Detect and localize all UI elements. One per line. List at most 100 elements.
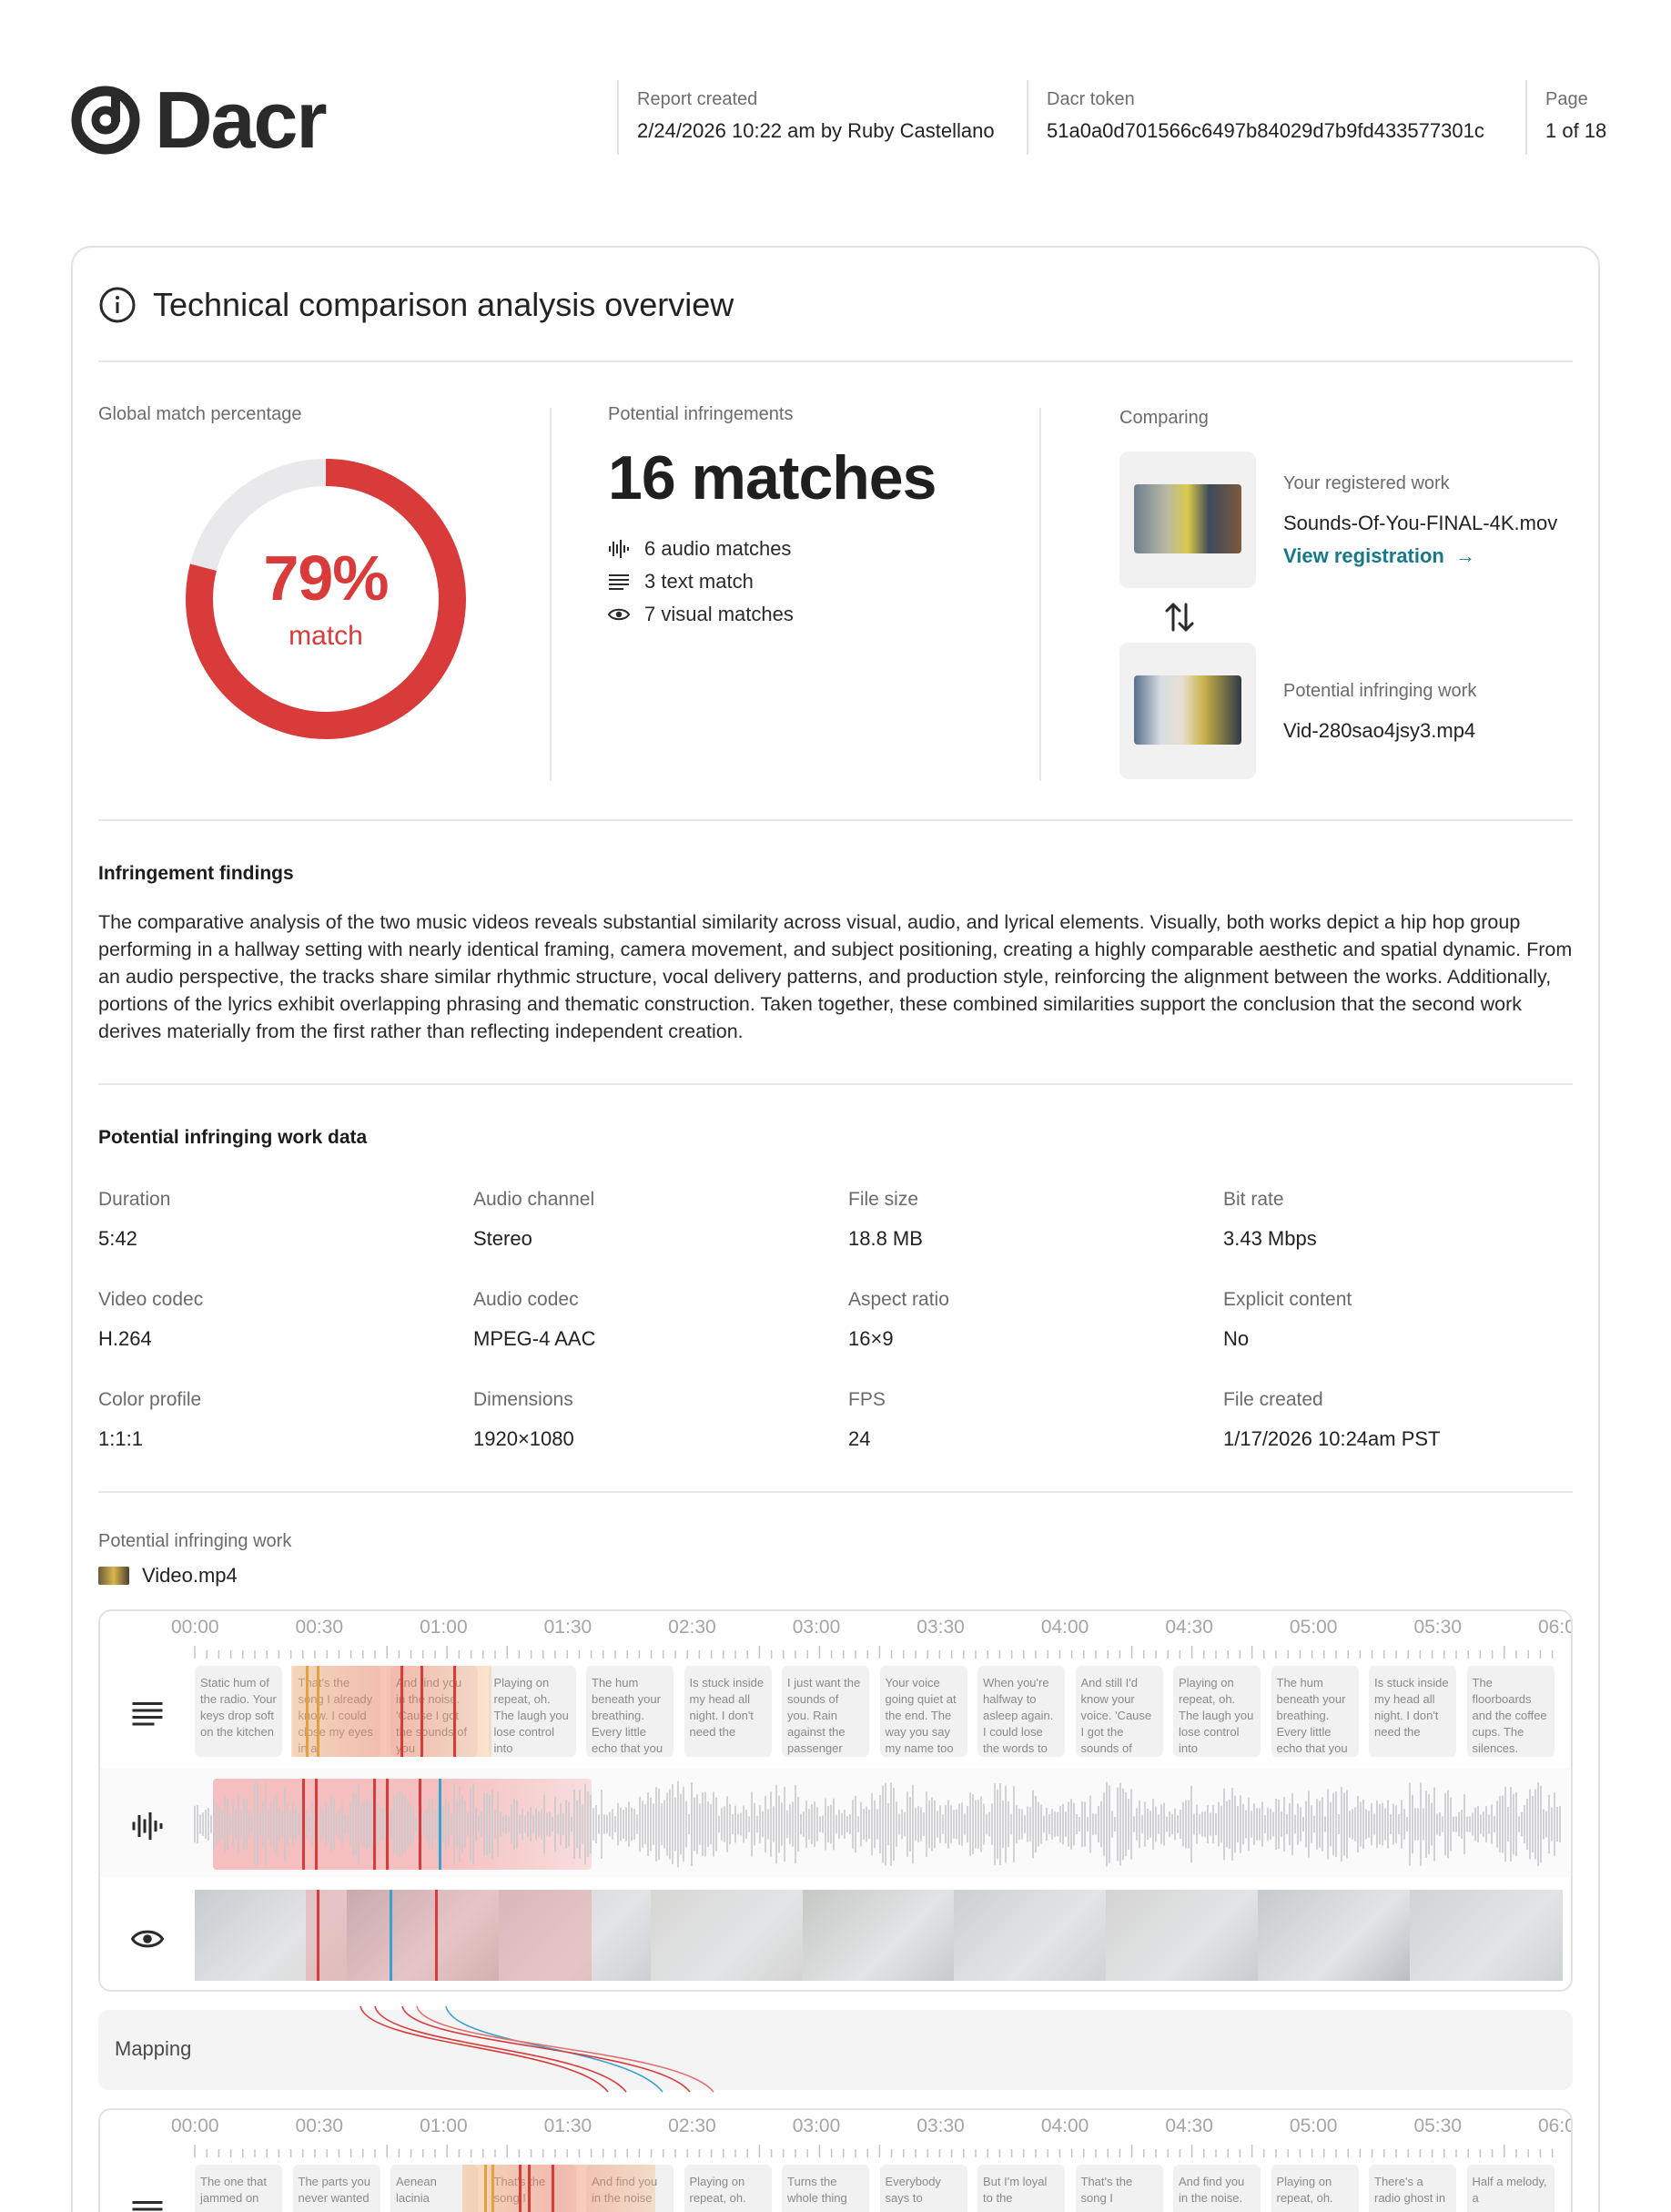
- timeline-panel[interactable]: 00:00 00:30 01:00 01:30 02:30 03:00 03:30 04:00…: [98, 1609, 1573, 1992]
- time-tick-label: 00:30: [295, 1617, 344, 1638]
- work-data-label: FPS: [848, 1389, 886, 1410]
- lyric-segment[interactable]: The parts you never wanted: [292, 2165, 380, 2212]
- match-marker[interactable]: [552, 2165, 554, 2212]
- match-marker[interactable]: [519, 2165, 522, 2212]
- match-marker[interactable]: [491, 2165, 494, 2212]
- time-ruler: [194, 1646, 1554, 1659]
- match-marker[interactable]: [435, 1890, 438, 1981]
- match-marker[interactable]: [315, 1779, 318, 1870]
- findings-text: The comparative analysis of the two musi…: [98, 911, 1573, 1042]
- registered-thumbnail[interactable]: [1119, 452, 1256, 588]
- lyric-segment[interactable]: There's a radio ghost in: [1369, 2165, 1456, 2212]
- work-data-value: 5:42: [98, 1227, 137, 1250]
- lyric-segment[interactable]: The one that jammed on: [195, 2165, 282, 2212]
- lyric-segment[interactable]: Your voice going quiet at the end. The w…: [879, 1666, 967, 1757]
- video-frame-thumbnail[interactable]: [1258, 1890, 1412, 1981]
- lyric-segment[interactable]: And still I'd know your voice. 'Cause I …: [1075, 1666, 1163, 1757]
- match-marker[interactable]: [317, 1666, 319, 1757]
- match-marker[interactable]: [439, 1779, 441, 1870]
- visual-match-highlight[interactable]: [306, 1890, 592, 1981]
- video-frame-thumbnail[interactable]: [802, 1890, 956, 1981]
- lyric-segment[interactable]: Half a melody, a: [1466, 2165, 1555, 2212]
- lyric-segment[interactable]: But I'm loyal to the: [977, 2165, 1065, 2212]
- work-data-title: Potential infringing work data: [98, 1127, 368, 1148]
- work-data-value: 1920×1080: [473, 1427, 574, 1450]
- work-data-value: 1:1:1: [98, 1427, 143, 1450]
- match-marker[interactable]: [400, 1666, 403, 1757]
- report-created-value: 2/24/2026 10:22 am by Ruby Castellano: [637, 119, 995, 142]
- timeline-work-label: Potential infringing work: [98, 1531, 292, 1551]
- work-data-value: 1/17/2026 10:24am PST: [1223, 1427, 1441, 1450]
- text-match-highlight[interactable]: [291, 1666, 491, 1757]
- report-created-meta: Report created 2/24/2026 10:22 am by Rub…: [617, 80, 995, 155]
- work-data-label: File created: [1223, 1389, 1323, 1410]
- work-data-value: 24: [848, 1427, 871, 1450]
- match-marker[interactable]: [386, 1779, 389, 1870]
- video-frame-thumbnail[interactable]: [1410, 1890, 1563, 1981]
- lyric-segment[interactable]: Playing on repeat, oh.: [684, 2165, 772, 2212]
- time-tick-label: 04:00: [1040, 1617, 1089, 1638]
- view-registration-link[interactable]: View registration →: [1283, 544, 1475, 568]
- match-marker[interactable]: [390, 1890, 392, 1981]
- timeline-panel-secondary[interactable]: 00:00 00:30 01:00 01:30 02:30 03:00 03:30 04:00…: [98, 2108, 1573, 2212]
- page-label: Page: [1545, 89, 1588, 109]
- video-frame-thumbnail[interactable]: [954, 1890, 1108, 1981]
- card-title: Technical comparison analysis overview: [153, 286, 734, 323]
- match-marker[interactable]: [528, 2165, 531, 2212]
- divider: [98, 1083, 1573, 1085]
- column-divider: [1039, 408, 1041, 781]
- video-frame-thumbnail[interactable]: [1106, 1890, 1260, 1981]
- match-marker[interactable]: [484, 2165, 487, 2212]
- infringing-thumbnail[interactable]: [1119, 643, 1256, 779]
- lyric-segment[interactable]: Is stuck inside my head all night. I don…: [684, 1666, 772, 1757]
- work-data-value: 16×9: [848, 1327, 894, 1350]
- dacr-logo-icon: [71, 86, 140, 155]
- token-meta: Dacr token 51a0a0d701566c6497b84029d7b9f…: [1027, 80, 1484, 155]
- lyric-segment[interactable]: That's the song I: [1075, 2165, 1163, 2212]
- lyric-segment[interactable]: Everybody says to: [879, 2165, 967, 2212]
- lyric-segment[interactable]: Static hum of the radio. Your keys drop …: [195, 1666, 282, 1757]
- lyric-segment[interactable]: Playing on repeat, oh. The laugh you los…: [1173, 1666, 1261, 1757]
- visual-matches-text: 7 visual matches: [644, 603, 794, 625]
- lyric-segment[interactable]: I just want the sounds of you. Rain agai…: [782, 1666, 869, 1757]
- work-data-label: Duration: [98, 1189, 171, 1210]
- match-marker[interactable]: [419, 1779, 421, 1870]
- match-marker[interactable]: [453, 1666, 456, 1757]
- work-data-label: Aspect ratio: [848, 1289, 949, 1310]
- work-data-label: Audio codec: [473, 1289, 579, 1310]
- divider: [98, 360, 1573, 362]
- time-tick-label: 06:00: [1538, 1617, 1571, 1638]
- lyric-segment[interactable]: When you're halfway to asleep again. I c…: [977, 1666, 1065, 1757]
- lyric-segment[interactable]: The floorboards and the coffee cups. The…: [1466, 1666, 1555, 1757]
- swap-arrows-icon: [1161, 599, 1198, 635]
- lyric-segment[interactable]: The hum beneath your breathing. Every li…: [586, 1666, 673, 1757]
- donut-center: 79% match: [184, 457, 468, 741]
- time-tick-label: 04:30: [1165, 2116, 1213, 2136]
- time-tick-label: 01:00: [420, 2116, 468, 2136]
- lyric-segment[interactable]: Playing on repeat, oh.: [1271, 2165, 1359, 2212]
- match-marker[interactable]: [317, 1890, 319, 1981]
- time-tick-label: 05:30: [1413, 2116, 1463, 2136]
- match-marker[interactable]: [302, 1779, 305, 1870]
- work-data-value: 3.43 Mbps: [1223, 1227, 1317, 1250]
- page-meta: Page 1 of 18: [1525, 80, 1606, 155]
- registered-file: Sounds-Of-You-FINAL-4K.mov: [1283, 512, 1558, 534]
- mapping-bar: Mapping: [98, 2005, 1573, 2093]
- lyric-segment[interactable]: The hum beneath your breathing. Every li…: [1271, 1666, 1359, 1757]
- lyric-segment[interactable]: Playing on repeat, oh. The laugh you los…: [488, 1666, 576, 1757]
- time-ruler: [194, 2145, 1554, 2157]
- lyric-segment[interactable]: Is stuck inside my head all night. I don…: [1369, 1666, 1456, 1757]
- work-data-value: Stereo: [473, 1227, 532, 1250]
- lyric-segment[interactable]: Turns the whole thing: [782, 2165, 869, 2212]
- lyric-segment[interactable]: And find you in the noise.: [1173, 2165, 1261, 2212]
- match-marker[interactable]: [373, 1779, 376, 1870]
- audio-waveform-icon: [609, 540, 629, 558]
- work-data-value: H.264: [98, 1327, 152, 1350]
- work-data-label: Video codec: [98, 1289, 204, 1310]
- time-tick-label: 01:30: [543, 2116, 592, 2136]
- match-marker[interactable]: [306, 1666, 309, 1757]
- match-marker[interactable]: [420, 1666, 423, 1757]
- divider: [98, 819, 1573, 821]
- time-tick-label: 00:00: [171, 1617, 219, 1638]
- video-frame-thumbnail[interactable]: [650, 1890, 804, 1981]
